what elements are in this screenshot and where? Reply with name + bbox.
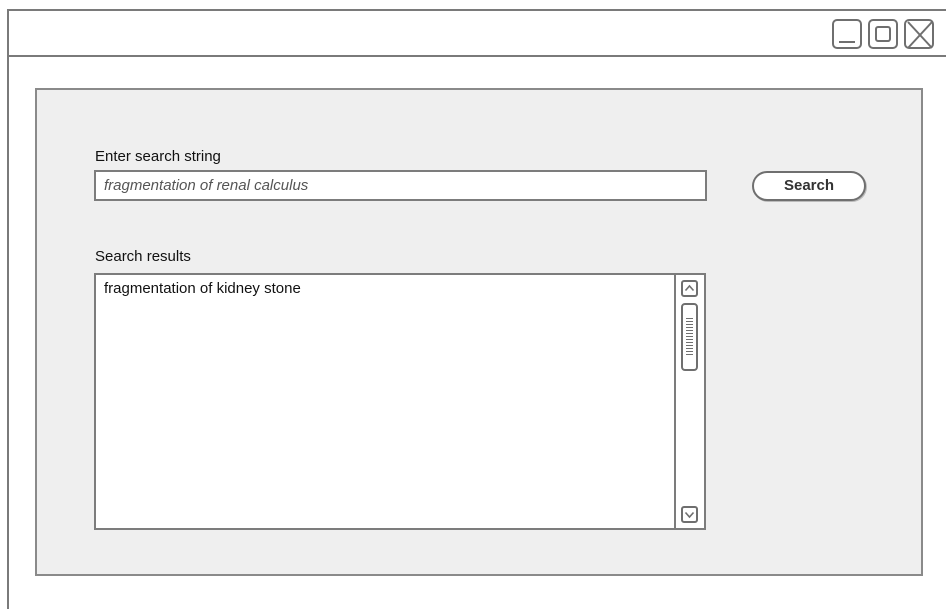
results-list: fragmentation of kidney stone — [96, 275, 674, 528]
scroll-thumb[interactable] — [681, 303, 698, 371]
chevron-up-icon[interactable] — [681, 280, 698, 297]
results-scrollbar[interactable] — [674, 275, 704, 528]
search-label: Enter search string — [95, 148, 221, 165]
search-input[interactable] — [94, 170, 707, 201]
minimize-icon[interactable] — [832, 19, 862, 49]
close-icon[interactable] — [904, 19, 934, 49]
chevron-down-icon[interactable] — [681, 506, 698, 523]
results-list-box[interactable]: fragmentation of kidney stone — [94, 273, 706, 530]
title-bar — [9, 11, 946, 57]
grip-icon — [686, 318, 693, 356]
application-window: Enter search string Search Search result… — [7, 9, 946, 609]
search-button[interactable]: Search — [752, 171, 866, 201]
results-label: Search results — [95, 248, 191, 265]
maximize-icon[interactable] — [868, 19, 898, 49]
search-panel: Enter search string Search Search result… — [35, 88, 923, 576]
list-item[interactable]: fragmentation of kidney stone — [104, 279, 666, 299]
